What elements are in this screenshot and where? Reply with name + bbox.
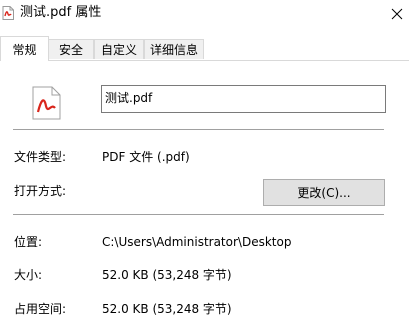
tab-label: 安全 (58, 43, 83, 57)
tab-label: 自定义 (100, 43, 137, 57)
tab-security[interactable]: 安全 (48, 39, 94, 59)
separator (13, 129, 384, 130)
size-value: 52.0 KB (53,248 字节) (102, 268, 232, 282)
tab-custom[interactable]: 自定义 (94, 39, 144, 59)
general-panel: 测试.pdf 文件类型: PDF 文件 (.pdf) 打开方式: 更改(C)..… (0, 61, 409, 329)
window-title: 测试.pdf 属性 (20, 5, 102, 20)
pdf-file-icon (2, 6, 14, 20)
close-icon (391, 8, 402, 20)
separator (13, 214, 384, 215)
file-name-field[interactable]: 测试.pdf (101, 85, 386, 113)
open-with-label: 打开方式: (14, 184, 67, 198)
title-bar: 测试.pdf 属性 (0, 0, 409, 36)
disk-size-label: 占用空间: (14, 302, 67, 316)
location-label: 位置: (14, 235, 43, 249)
size-label: 大小: (14, 268, 43, 282)
change-button-label: 更改(C)... (297, 186, 351, 200)
file-type-label: 文件类型: (14, 150, 67, 164)
tab-general[interactable]: 常规 (0, 36, 49, 61)
tab-strip: 常规 安全 自定义 详细信息 (0, 36, 409, 61)
pdf-file-icon (32, 86, 61, 120)
tab-label: 常规 (12, 42, 37, 57)
close-button[interactable] (384, 0, 409, 28)
file-type-value: PDF 文件 (.pdf) (102, 150, 190, 164)
change-button[interactable]: 更改(C)... (263, 179, 385, 206)
location-value: C:\Users\Administrator\Desktop (102, 235, 292, 249)
tab-label: 详细信息 (149, 43, 198, 57)
disk-size-value: 52.0 KB (53,248 字节) (102, 302, 232, 316)
tab-details[interactable]: 详细信息 (144, 39, 204, 59)
